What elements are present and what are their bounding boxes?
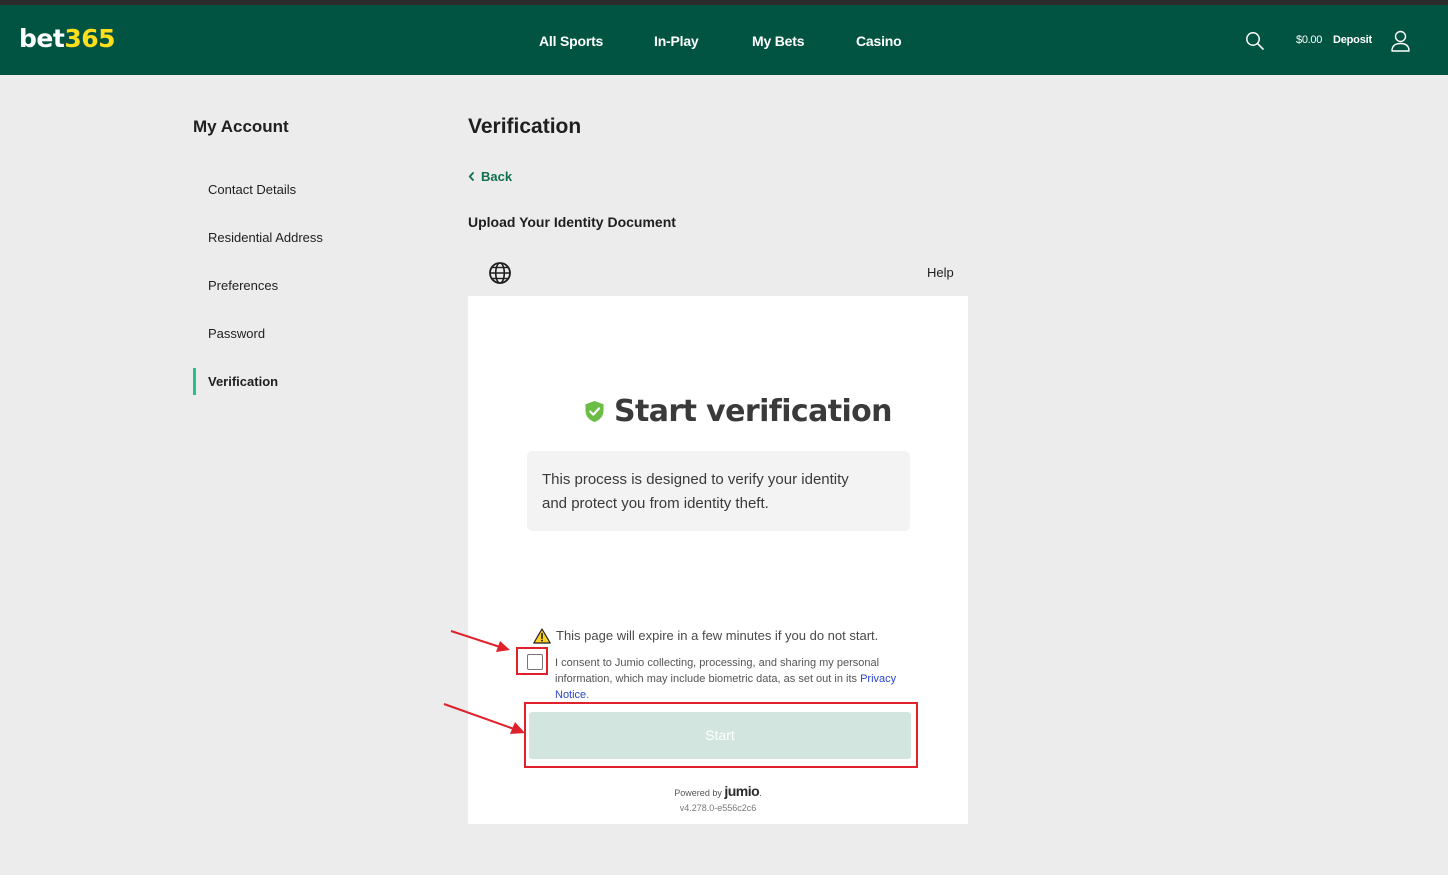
nav-my-bets[interactable]: My Bets [752, 33, 804, 49]
bet365-logo[interactable]: bet365 [19, 24, 115, 53]
sidebar-item-preferences[interactable]: Preferences [208, 278, 278, 293]
sidebar-item-contact-details[interactable]: Contact Details [208, 182, 296, 197]
info-text-line-1: This process is designed to verify your … [542, 471, 849, 488]
shield-check-icon [585, 400, 604, 422]
search-icon[interactable] [1245, 31, 1265, 51]
powered-by-jumio: Powered by jumio. [468, 783, 968, 799]
deposit-button[interactable]: Deposit [1333, 34, 1372, 46]
page-title: Verification [468, 115, 582, 138]
help-link[interactable]: Help [927, 265, 954, 280]
sidebar-active-indicator [193, 368, 196, 395]
sidebar-item-verification[interactable]: Verification [208, 374, 278, 389]
user-icon[interactable] [1390, 30, 1411, 52]
sidebar-item-password[interactable]: Password [208, 326, 265, 341]
back-link[interactable]: Back [468, 169, 512, 184]
info-box: This process is designed to verify your … [527, 451, 910, 531]
chevron-left-icon [468, 172, 474, 181]
account-balance[interactable]: $0.00 [1296, 34, 1322, 46]
version-label: v4.278.0-e556c2c6 [679, 803, 757, 813]
globe-language-icon[interactable] [488, 261, 512, 285]
jumio-logo-dot: . [759, 788, 762, 798]
sidebar-title: My Account [193, 117, 289, 136]
consent-text: I consent to Jumio collecting, processin… [555, 655, 920, 703]
nav-in-play[interactable]: In-Play [654, 33, 699, 49]
sidebar-item-residential-address[interactable]: Residential Address [208, 230, 323, 245]
powered-by-label: Powered by [674, 788, 722, 798]
logo-text-365: 365 [64, 24, 115, 53]
upload-document-heading: Upload Your Identity Document [468, 214, 676, 230]
annotation-arrow-icon [450, 630, 510, 652]
logo-text-bet: bet [19, 24, 65, 53]
annotation-highlight-start-button [524, 702, 918, 768]
jumio-logo: jumio [724, 783, 760, 799]
warning-icon [533, 628, 551, 644]
annotation-arrow-icon [443, 703, 525, 734]
consent-text-end: . [586, 689, 590, 701]
top-header: bet365 All Sports In-Play My Bets Casino… [0, 5, 1448, 75]
annotation-highlight-checkbox [516, 647, 548, 675]
nav-all-sports[interactable]: All Sports [539, 33, 603, 49]
back-link-label: Back [481, 169, 513, 184]
nav-casino[interactable]: Casino [856, 33, 902, 49]
expiry-warning-text: This page will expire in a few minutes i… [556, 628, 879, 643]
start-verification-title: Start verification [614, 393, 893, 429]
consent-text-body: I consent to Jumio collecting, processin… [555, 657, 880, 685]
start-verification-heading: Start verification [584, 393, 893, 429]
info-text-line-2: and protect you from identity theft. [542, 495, 769, 512]
